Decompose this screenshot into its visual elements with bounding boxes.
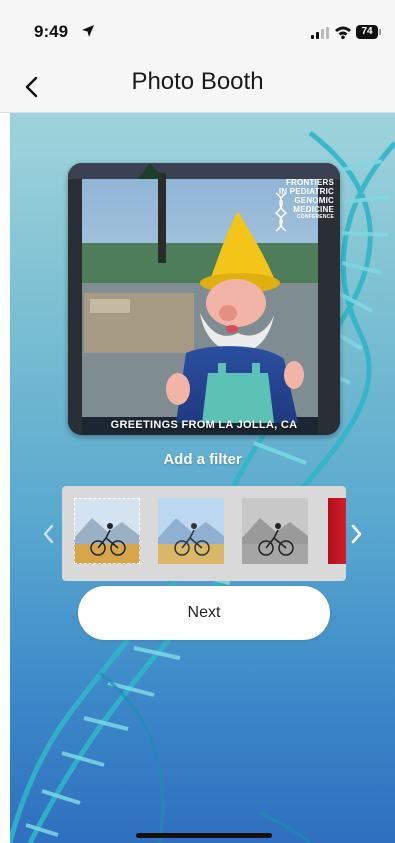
nav-bar: Photo Booth (0, 62, 395, 113)
wifi-icon (335, 26, 351, 39)
photo-booth-content: FRONTIERS IN PEDIATRIC GENOMIC MEDICINE … (10, 113, 395, 843)
filter-carousel[interactable] (62, 486, 346, 581)
photo-caption: GREETINGS FROM LA JOLLA, CA (110, 419, 298, 431)
logo-line: MEDICINE (293, 205, 334, 214)
filter-thumb-original[interactable] (74, 498, 140, 564)
photo-preview: FRONTIERS IN PEDIATRIC GENOMIC MEDICINE … (68, 163, 340, 435)
logo-line: CONFERENCE (296, 214, 334, 220)
filter-thumb-red[interactable] (328, 498, 346, 564)
status-bar: 9:49 74 (0, 0, 395, 62)
logo-line: IN PEDIATRIC (278, 187, 334, 196)
location-arrow-icon (82, 25, 94, 37)
page-title: Photo Booth (131, 68, 264, 95)
home-indicator[interactable] (136, 833, 272, 838)
filter-label: Add a filter (163, 451, 242, 468)
chevron-right-icon[interactable] (351, 524, 363, 544)
status-time: 9:49 (34, 22, 69, 41)
filter-thumb-grayscale[interactable] (242, 498, 308, 564)
battery-icon: 74 (356, 25, 382, 39)
next-button[interactable]: Next (78, 586, 330, 640)
chevron-left-icon[interactable] (42, 524, 54, 544)
conference-logo: FRONTIERS IN PEDIATRIC GENOMIC MEDICINE … (246, 178, 334, 221)
logo-line: FRONTIERS (285, 178, 334, 187)
logo-line: GENOMIC (294, 196, 334, 205)
battery-level: 74 (356, 25, 378, 39)
signal-icon (311, 27, 329, 39)
filter-thumb-cool[interactable] (158, 498, 224, 564)
